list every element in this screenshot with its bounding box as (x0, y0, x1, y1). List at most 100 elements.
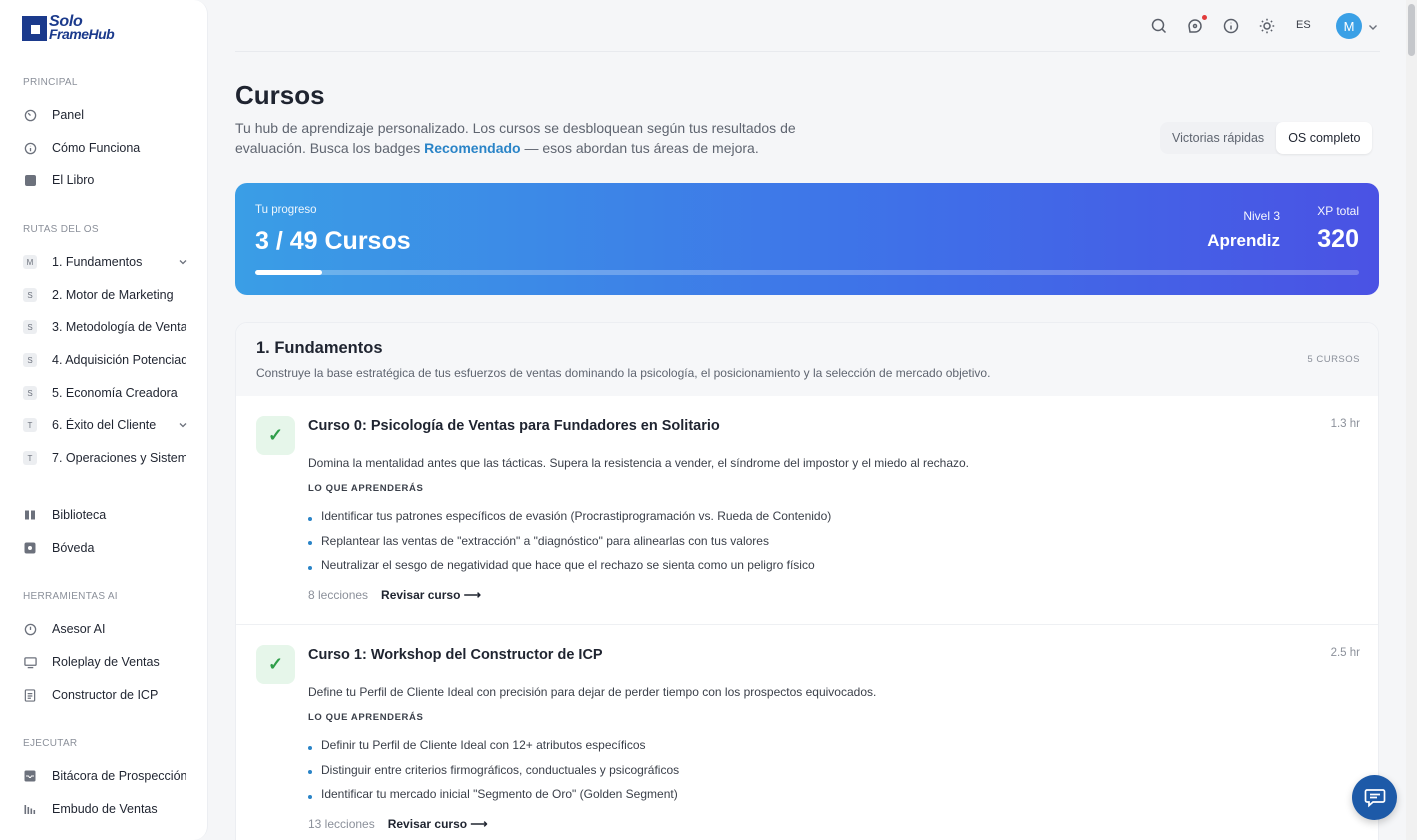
learning-points: Definir tu Perfil de Cliente Ideal con 1… (308, 733, 679, 807)
sidebar-item-economia-creadora[interactable]: S 5. Economía Creadora (23, 380, 193, 406)
learning-point: Definir tu Perfil de Cliente Ideal con 1… (308, 733, 679, 758)
progress-bar-fill (255, 270, 323, 275)
learning-point: Replantear las ventas de "extracción" a … (308, 529, 831, 554)
chevron-down-icon[interactable] (1367, 21, 1379, 33)
toggle-quick-wins[interactable]: Victorias rápidas (1160, 122, 1276, 154)
bars-icon (23, 802, 37, 816)
sidebar-item-fundamentos[interactable]: M 1. Fundamentos (23, 249, 193, 275)
sidebar-item-exito-cliente[interactable]: T 6. Éxito del Cliente (23, 412, 193, 438)
module-course-count: 5 CURSOS (1307, 354, 1360, 365)
sidebar-item-roleplay[interactable]: Roleplay de Ventas (23, 649, 193, 675)
language-switch[interactable]: ES (1296, 19, 1311, 31)
sidebar: Solo FrameHub PRINCIPAL Panel Cómo Funci… (0, 0, 208, 840)
course-card: ✓ Curso 0: Psicología de Ventas para Fun… (236, 396, 1378, 625)
help-icon[interactable] (1222, 17, 1240, 35)
progress-count: 3 / 49 Cursos (255, 227, 411, 255)
section-label-principal: PRINCIPAL (23, 77, 78, 88)
library-icon (23, 508, 37, 522)
sidebar-item-asesor-ai[interactable]: Asesor AI (23, 616, 193, 642)
tier-badge: M (23, 255, 37, 269)
notification-dot (1202, 15, 1207, 20)
scrollbar-thumb[interactable] (1408, 4, 1415, 56)
advisor-icon (23, 622, 37, 636)
page-title: Cursos (235, 80, 325, 110)
xp-label: XP total (1317, 204, 1359, 218)
avatar[interactable]: M (1336, 13, 1362, 39)
tier-badge: S (23, 288, 37, 302)
tier-badge: S (23, 353, 37, 367)
progress-bar (255, 270, 1359, 275)
level-label: Nivel 3 (1243, 209, 1280, 223)
chevron-down-icon[interactable] (177, 256, 189, 268)
page-scrollbar[interactable] (1406, 0, 1417, 840)
course-title[interactable]: Curso 0: Psicología de Ventas para Funda… (308, 418, 720, 434)
tier-badge: S (23, 386, 37, 400)
notifications-icon[interactable] (1186, 17, 1204, 35)
view-toggle: Victorias rápidas OS completo (1160, 122, 1373, 154)
sidebar-item-embudo[interactable]: Embudo de Ventas (23, 796, 193, 822)
sidebar-item-panel[interactable]: Panel (23, 102, 193, 128)
top-bar (235, 0, 1380, 52)
progress-card: Tu progreso 3 / 49 Cursos Nivel 3 Aprend… (235, 183, 1379, 295)
book-icon (23, 173, 37, 187)
chevron-down-icon[interactable] (177, 419, 189, 431)
tier-badge: T (23, 451, 37, 465)
course-footer: 8 lecciones Revisar curso ⟶ (308, 588, 481, 602)
course-duration: 2.5 hr (1330, 647, 1360, 659)
lesson-count: 8 lecciones (308, 588, 369, 602)
completed-check-icon: ✓ (256, 416, 295, 455)
learning-point: Distinguir entre criterios firmográficos… (308, 758, 679, 783)
course-description: Domina la mentalidad antes que las tácti… (308, 456, 970, 470)
document-icon (23, 688, 37, 702)
sidebar-item-constructor-icp[interactable]: Constructor de ICP (23, 682, 193, 708)
search-icon[interactable] (1150, 17, 1168, 35)
monitor-icon (23, 655, 37, 669)
module-header: 1. Fundamentos Construye la base estraté… (236, 323, 1378, 396)
level-name: Aprendiz (1207, 231, 1280, 250)
sidebar-item-biblioteca[interactable]: Biblioteca (23, 502, 193, 528)
review-course-link[interactable]: Revisar curso ⟶ (381, 588, 481, 602)
info-icon (23, 141, 37, 155)
section-label-ejecutar: EJECUTAR (23, 738, 78, 749)
theme-sun-icon[interactable] (1258, 17, 1276, 35)
vault-icon (23, 541, 37, 555)
course-card: ✓ Curso 1: Workshop del Constructor de I… (236, 625, 1378, 840)
learn-heading: LO QUE APRENDERÁS (308, 483, 424, 494)
course-description: Define tu Perfil de Cliente Ideal con pr… (308, 685, 877, 699)
learn-heading: LO QUE APRENDERÁS (308, 712, 424, 723)
learning-points: Identificar tus patrones específicos de … (308, 504, 831, 578)
logo-mark-icon (22, 15, 47, 41)
section-label-rutas: RUTAS DEL OS (23, 224, 99, 235)
toggle-full-os[interactable]: OS completo (1276, 122, 1373, 154)
logo-text-framehub: FrameHub (49, 26, 115, 42)
logo[interactable]: Solo FrameHub (22, 14, 115, 42)
sidebar-item-bitacora[interactable]: Bitácora de Prospección (23, 763, 193, 789)
learning-point: Identificar tus patrones específicos de … (308, 504, 831, 529)
completed-check-icon: ✓ (256, 645, 295, 684)
sidebar-item-como-funciona[interactable]: Cómo Funciona (23, 135, 193, 161)
module-description: Construye la base estratégica de tus esf… (256, 366, 991, 380)
lesson-count: 13 lecciones (308, 817, 375, 831)
chat-button[interactable] (1352, 775, 1397, 820)
progress-label: Tu progreso (255, 204, 317, 216)
review-course-link[interactable]: Revisar curso ⟶ (388, 817, 488, 831)
sidebar-item-metodologia-ventas[interactable]: S 3. Metodología de Ventas (23, 314, 193, 340)
sidebar-item-boveda[interactable]: Bóveda (23, 535, 193, 561)
learning-point: Neutralizar el sesgo de negatividad que … (308, 553, 831, 578)
inbox-icon (23, 769, 37, 783)
learning-point: Identificar tu mercado inicial "Segmento… (308, 782, 679, 807)
module-title: 1. Fundamentos (256, 339, 383, 357)
sidebar-item-adquisicion[interactable]: S 4. Adquisición Potenciada (23, 347, 193, 373)
sidebar-item-operaciones[interactable]: T 7. Operaciones y Sistemas (23, 445, 193, 471)
course-title[interactable]: Curso 1: Workshop del Constructor de ICP (308, 647, 603, 663)
xp-value: 320 (1317, 225, 1359, 253)
sidebar-item-motor-marketing[interactable]: S 2. Motor de Marketing (23, 282, 193, 308)
course-duration: 1.3 hr (1330, 418, 1360, 430)
sidebar-item-el-libro[interactable]: El Libro (23, 167, 193, 193)
page-description: Tu hub de aprendizaje personalizado. Los… (235, 120, 796, 156)
chat-icon (1364, 788, 1385, 807)
module-card: 1. Fundamentos Construye la base estraté… (235, 322, 1379, 840)
recommended-badge-text: Recomendado (424, 140, 521, 156)
tier-badge: T (23, 418, 37, 432)
section-label-herramientas: HERRAMIENTAS AI (23, 591, 118, 602)
